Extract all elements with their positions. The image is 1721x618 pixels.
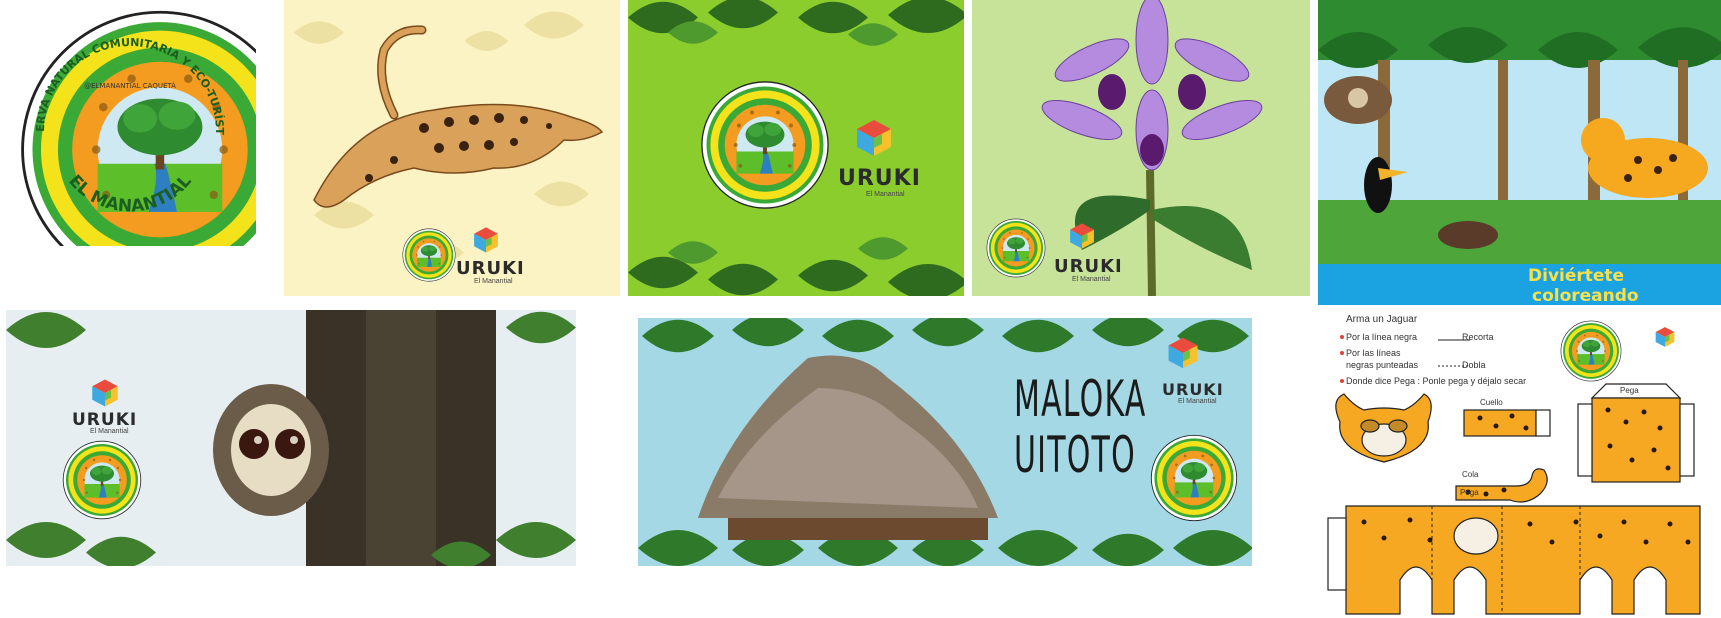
craft-glue-label: Pega xyxy=(1460,488,1479,497)
maloka-photo xyxy=(638,318,1252,566)
brand-name: URUKI xyxy=(838,166,921,191)
brand-sub: El Manantial xyxy=(1072,276,1111,283)
brand-sub: El Manantial xyxy=(90,428,129,435)
maloka-title-2: UITOTO xyxy=(1014,426,1136,484)
jungle-scene xyxy=(1318,0,1721,305)
green-logo-tile: URUKI El Manantial xyxy=(628,0,964,296)
reserve-logo: RESERVA NATURAL COMUNITARIA Y ECO-TURÍST… xyxy=(4,8,256,246)
craft-neck-label: Cuello xyxy=(1480,398,1503,407)
reserve-logo-tile: RESERVA NATURAL COMUNITARIA Y ECO-TURÍST… xyxy=(4,8,256,246)
jaguar-illustration xyxy=(313,25,604,208)
orchid-illustration xyxy=(986,0,1263,296)
coloring-caption-1: Diviértete xyxy=(1528,266,1625,286)
night-monkey-tile: URUKI El Manantial xyxy=(6,310,576,566)
brand-sub: El Manantial xyxy=(1178,398,1217,405)
brand-name: URUKI xyxy=(1162,380,1224,399)
coloring-jungle-tile: Diviértete coloreando xyxy=(1318,0,1721,305)
brand-name: URUKI xyxy=(456,258,525,279)
orchid-tile: URUKI El Manantial xyxy=(972,0,1310,296)
brand-sub: El Manantial xyxy=(866,191,905,198)
brand-sub: El Manantial xyxy=(474,278,513,285)
brand-name: URUKI xyxy=(72,410,138,430)
brand-name: URUKI xyxy=(1054,256,1123,277)
night-monkey-photo xyxy=(6,310,576,566)
maloka-tile: MALOKA UITOTO URUKI El Manantial xyxy=(638,318,1252,566)
craft-cutout xyxy=(1327,320,1701,615)
logo-social-handle: @ELMANANTIAL CAQUETÁ xyxy=(84,81,176,90)
craft-jaguar-tile: Arma un Jaguar Por la línea negra Recort… xyxy=(1320,310,1721,618)
craft-glue-label: Pega xyxy=(1620,386,1639,395)
craft-tail-label: Cola xyxy=(1462,470,1479,479)
jaguar-tile: URUKI El Manantial xyxy=(284,0,620,296)
maloka-title-1: MALOKA xyxy=(1014,370,1147,428)
coloring-caption-2: coloreando xyxy=(1532,286,1639,305)
